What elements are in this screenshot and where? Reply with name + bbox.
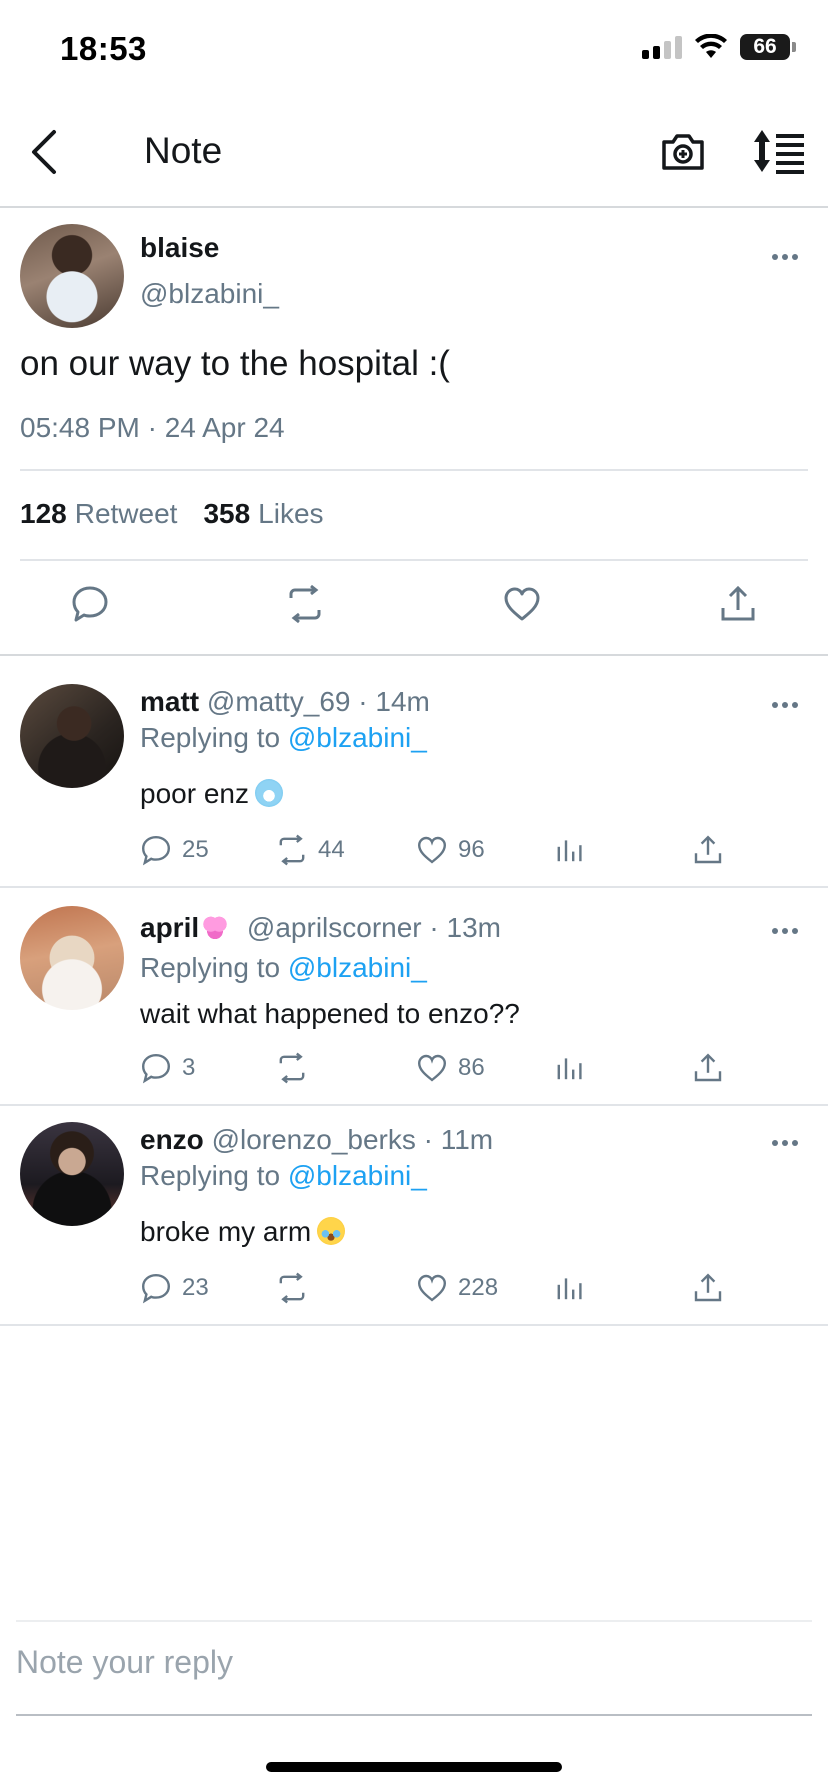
- battery-cap: [792, 42, 796, 52]
- more-options-icon[interactable]: [772, 252, 800, 262]
- replying-to: Replying to @blzabini_: [140, 1160, 427, 1191]
- analytics-icon: [557, 1278, 582, 1300]
- cold-face-emoji-icon: [254, 779, 283, 807]
- reply-text: wait what happened to enzo??: [140, 998, 520, 1029]
- divider: [20, 559, 808, 561]
- reply-like-button[interactable]: 86: [416, 1052, 485, 1084]
- home-indicator: [266, 1762, 562, 1772]
- more-options-icon[interactable]: [772, 1138, 800, 1148]
- reply-like-button[interactable]: 228: [416, 1272, 498, 1304]
- retweet-icon: [279, 1052, 305, 1084]
- post-text: on our way to the hospital :(: [20, 344, 450, 383]
- mention-link[interactable]: @blzabini_: [288, 722, 427, 753]
- reply-text: poor enz: [140, 778, 283, 810]
- reply-comment-button[interactable]: 25: [140, 834, 209, 866]
- mention-link[interactable]: @blzabini_: [288, 952, 427, 983]
- replying-to: Replying to @blzabini_: [140, 952, 427, 983]
- reply-author-name[interactable]: april: [140, 912, 199, 943]
- reply-retweet-button[interactable]: [276, 1052, 318, 1084]
- reply-header: enzo @lorenzo_berks · 11m: [140, 1124, 493, 1156]
- nav-bar: Note: [0, 100, 828, 208]
- reply-meta: @aprilscorner · 13m: [246, 912, 501, 943]
- avatar[interactable]: [20, 1122, 124, 1226]
- page-title: Note: [144, 130, 223, 171]
- reply-author-name[interactable]: enzo: [140, 1124, 204, 1155]
- reply-retweet-button[interactable]: [276, 1272, 318, 1304]
- battery-icon: 66: [740, 34, 790, 60]
- divider: [20, 469, 808, 471]
- avatar[interactable]: [20, 224, 124, 328]
- avatar[interactable]: [20, 906, 124, 1010]
- wifi-icon: [695, 34, 727, 58]
- more-options-icon[interactable]: [772, 700, 800, 710]
- camera-add-icon[interactable]: [660, 128, 706, 174]
- post-actions: [0, 580, 828, 656]
- retweet-icon: [279, 834, 305, 866]
- reply-header: april @aprilscorner · 13m: [140, 912, 501, 944]
- reply-text: broke my arm: [140, 1216, 346, 1248]
- replying-to: Replying to @blzabini_: [140, 722, 427, 753]
- reply-comment-button[interactable]: 23: [140, 1272, 209, 1304]
- reply-share-button[interactable]: [692, 834, 724, 866]
- reply-actions: 25 44 96: [140, 834, 740, 870]
- battery-level: 66: [753, 35, 777, 58]
- reply-composer: [16, 1620, 812, 1716]
- status-bar: 18:53 66: [0, 0, 828, 100]
- reply-actions: 3 86: [140, 1052, 740, 1088]
- reply-item[interactable]: april @aprilscorner · 13m Replying to @b…: [0, 888, 828, 1106]
- avatar[interactable]: [20, 684, 124, 788]
- heart-icon[interactable]: [502, 584, 542, 624]
- more-options-icon[interactable]: [772, 926, 800, 936]
- reply-comment-button[interactable]: 3: [140, 1052, 195, 1084]
- share-icon: [694, 1273, 722, 1302]
- reply-item[interactable]: matt @matty_69 · 14m Replying to @blzabi…: [0, 658, 828, 888]
- retweet-icon: [279, 1272, 305, 1304]
- reply-meta: @lorenzo_berks · 11m: [211, 1124, 494, 1155]
- share-icon: [694, 835, 722, 864]
- share-icon: [694, 1053, 722, 1082]
- author-handle[interactable]: @blzabini_: [140, 278, 279, 310]
- analytics-icon: [557, 1058, 582, 1080]
- sort-icon[interactable]: [752, 128, 806, 174]
- reply-share-button[interactable]: [692, 1052, 724, 1084]
- reply-share-button[interactable]: [692, 1272, 724, 1304]
- crying-face-emoji-icon: [317, 1217, 346, 1245]
- post-timestamp: 05:48 PM · 24 Apr 24: [20, 412, 285, 443]
- reply-views-button[interactable]: [554, 1052, 586, 1084]
- heart-icon: [417, 1054, 447, 1082]
- retweet-icon[interactable]: [285, 584, 325, 624]
- reply-header: matt @matty_69 · 14m: [140, 686, 430, 718]
- comment-icon: [141, 1273, 171, 1304]
- comment-icon: [141, 835, 171, 866]
- status-time: 18:53: [60, 30, 147, 67]
- like-count[interactable]: 358 Likes: [203, 498, 323, 530]
- post-stats: 128 Retweet 358 Likes: [20, 498, 324, 530]
- back-chevron-icon[interactable]: [22, 124, 70, 180]
- comment-icon[interactable]: [70, 584, 110, 624]
- retweet-count[interactable]: 128 Retweet: [20, 498, 177, 530]
- comment-icon: [141, 1053, 171, 1084]
- reply-meta: @matty_69 · 14m: [206, 686, 430, 717]
- reply-views-button[interactable]: [554, 834, 586, 866]
- heart-icon: [417, 836, 447, 864]
- reply-like-button[interactable]: 96: [416, 834, 485, 866]
- reply-author-name[interactable]: matt: [140, 686, 199, 717]
- share-icon[interactable]: [718, 584, 758, 624]
- reply-views-button[interactable]: [554, 1272, 586, 1304]
- status-icons: 66: [642, 34, 796, 60]
- reply-item[interactable]: enzo @lorenzo_berks · 11m Replying to @b…: [0, 1106, 828, 1326]
- mention-link[interactable]: @blzabini_: [288, 1160, 427, 1191]
- reply-retweet-button[interactable]: 44: [276, 834, 345, 866]
- reply-actions: 23 228: [140, 1272, 740, 1308]
- analytics-icon: [557, 840, 582, 862]
- cellular-signal-icon: [642, 35, 682, 59]
- author-name[interactable]: blaise: [140, 232, 219, 264]
- heart-emoji-icon: [201, 913, 230, 941]
- heart-icon: [417, 1274, 447, 1302]
- reply-input[interactable]: [16, 1644, 812, 1681]
